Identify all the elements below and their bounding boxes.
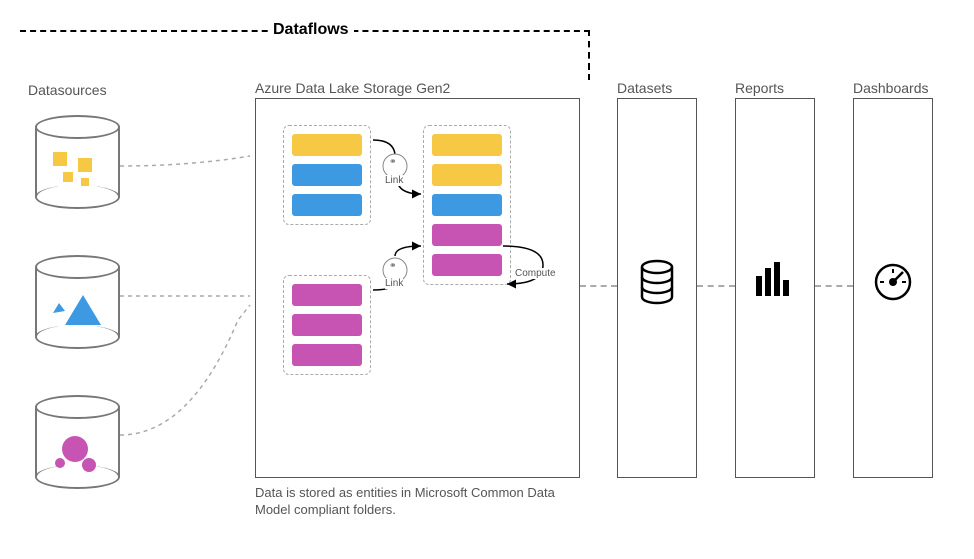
entity-yellow (292, 134, 362, 156)
entity-yellow (432, 164, 502, 186)
datasets-label: Datasets (617, 80, 672, 96)
purple-circles-icon (53, 433, 103, 478)
datasource-cylinder-1 (35, 115, 120, 210)
entity-purple (432, 224, 502, 246)
entity-yellow (432, 134, 502, 156)
bar-chart-icon (756, 262, 794, 305)
entity-blue (432, 194, 502, 216)
yellow-squares-icon (53, 150, 103, 195)
dataflows-title: Dataflows (268, 21, 354, 39)
database-icon (638, 260, 676, 309)
datasource-cylinder-3 (35, 395, 120, 490)
storage-footnote: Data is stored as entities in Microsoft … (255, 485, 565, 519)
entity-group-top-right (423, 125, 511, 285)
svg-text:⚭: ⚭ (389, 156, 397, 166)
connector-ds1 (120, 150, 255, 170)
blue-triangles-icon (53, 293, 108, 333)
entity-group-top-left (283, 125, 371, 225)
connector-ds2 (120, 280, 255, 300)
reports-label: Reports (735, 80, 784, 96)
entity-group-bottom-left (283, 275, 371, 375)
dataflows-container-right (588, 30, 590, 80)
gauge-icon (873, 262, 913, 307)
dashboards-label: Dashboards (853, 80, 929, 96)
entity-purple (292, 314, 362, 336)
datasource-cylinder-2 (35, 255, 120, 350)
entity-blue (292, 194, 362, 216)
connector-reports-dashboards (815, 285, 853, 287)
compute-label: Compute (515, 268, 556, 279)
entity-purple (292, 344, 362, 366)
entity-blue (292, 164, 362, 186)
link-label-1: Link (385, 175, 403, 186)
connector-storage-datasets (580, 285, 617, 287)
connector-datasets-reports (697, 285, 735, 287)
connector-ds3 (120, 300, 255, 440)
datasources-label: Datasources (28, 82, 107, 98)
storage-label: Azure Data Lake Storage Gen2 (255, 80, 450, 96)
entity-purple (432, 254, 502, 276)
link-arrow-2: ⚭ (373, 240, 428, 300)
entity-purple (292, 284, 362, 306)
svg-text:⚭: ⚭ (389, 260, 397, 270)
link-label-2: Link (385, 278, 403, 289)
